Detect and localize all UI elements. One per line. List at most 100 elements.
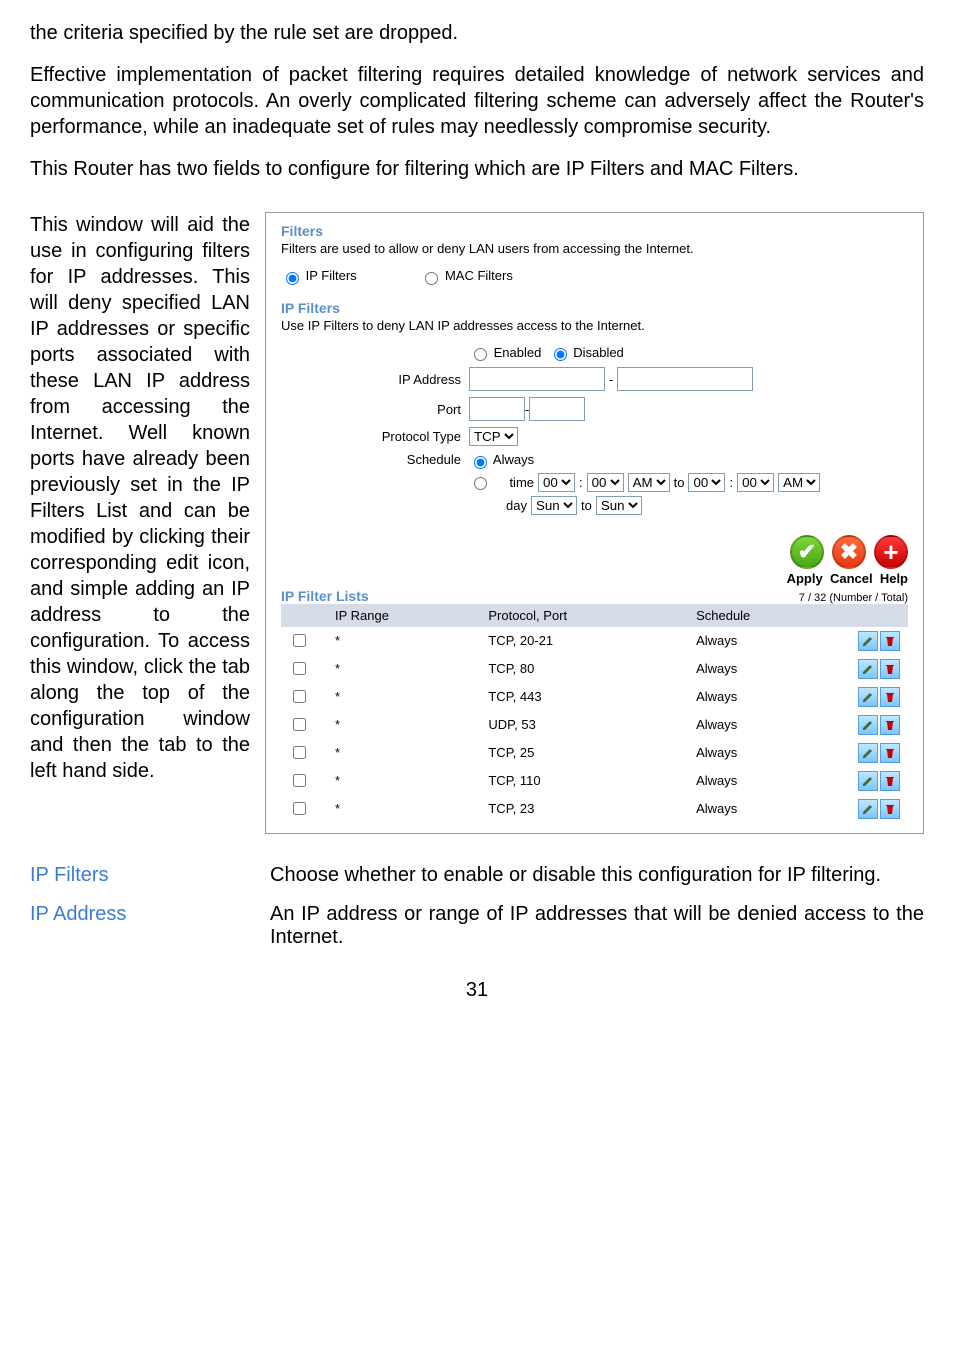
delete-icon[interactable] bbox=[880, 799, 900, 819]
time-from-hour[interactable]: 00 bbox=[538, 473, 575, 492]
row-range: * bbox=[327, 795, 480, 823]
to-label-2: to bbox=[581, 498, 592, 513]
time-from-ampm[interactable]: AM bbox=[628, 473, 670, 492]
list-count: 7 / 32 (Number / Total) bbox=[799, 592, 908, 604]
row-schedule: Always bbox=[688, 627, 842, 655]
disabled-radio[interactable] bbox=[554, 348, 567, 361]
x-icon: ✖ bbox=[840, 539, 858, 565]
port-start-input[interactable] bbox=[469, 397, 525, 421]
always-text: Always bbox=[493, 452, 534, 467]
def-term-ip-address: IP Address bbox=[30, 903, 270, 949]
ip-address-start-input[interactable] bbox=[469, 367, 605, 391]
check-icon: ✔ bbox=[798, 539, 816, 565]
edit-icon[interactable] bbox=[858, 799, 878, 819]
help-button[interactable]: + bbox=[874, 535, 908, 569]
ip-address-end-input[interactable] bbox=[617, 367, 753, 391]
delete-icon[interactable] bbox=[880, 687, 900, 707]
cancel-button[interactable]: ✖ bbox=[832, 535, 866, 569]
edit-icon[interactable] bbox=[858, 743, 878, 763]
row-schedule: Always bbox=[688, 795, 842, 823]
intro-p1: the criteria specified by the rule set a… bbox=[30, 20, 924, 46]
edit-icon[interactable] bbox=[858, 659, 878, 679]
enabled-radio-label[interactable]: Enabled bbox=[469, 345, 541, 362]
apply-label: Apply bbox=[787, 571, 823, 586]
edit-icon[interactable] bbox=[858, 631, 878, 651]
edit-icon[interactable] bbox=[858, 687, 878, 707]
edit-icon[interactable] bbox=[858, 715, 878, 735]
col-range: IP Range bbox=[327, 604, 480, 627]
mac-filters-radio-text: MAC Filters bbox=[445, 268, 513, 283]
port-label: Port bbox=[341, 402, 469, 417]
port-end-input[interactable] bbox=[529, 397, 585, 421]
table-row: * UDP, 53 Always bbox=[281, 711, 908, 739]
row-checkbox[interactable] bbox=[293, 718, 306, 731]
row-protocol: UDP, 53 bbox=[480, 711, 688, 739]
mac-filters-radio[interactable] bbox=[425, 272, 438, 285]
enabled-radio[interactable] bbox=[474, 348, 487, 361]
help-label: Help bbox=[880, 571, 908, 586]
filters-panel: Filters Filters are used to allow or den… bbox=[265, 212, 924, 834]
colon1: : bbox=[579, 475, 583, 490]
row-protocol: TCP, 110 bbox=[480, 767, 688, 795]
filter-table: IP Range Protocol, Port Schedule * TCP, … bbox=[281, 604, 908, 823]
col-schedule: Schedule bbox=[688, 604, 842, 627]
always-radio-label[interactable]: Always bbox=[469, 452, 534, 467]
delete-icon[interactable] bbox=[880, 715, 900, 735]
intro-p3: This Router has two fields to configure … bbox=[30, 156, 924, 182]
row-protocol: TCP, 25 bbox=[480, 739, 688, 767]
ip-address-label: IP Address bbox=[341, 372, 469, 387]
row-schedule: Always bbox=[688, 683, 842, 711]
edit-icon[interactable] bbox=[858, 771, 878, 791]
time-to-minute[interactable]: 00 bbox=[737, 473, 774, 492]
row-range: * bbox=[327, 767, 480, 795]
row-checkbox[interactable] bbox=[293, 746, 306, 759]
day-to[interactable]: Sun bbox=[596, 496, 642, 515]
row-protocol: TCP, 23 bbox=[480, 795, 688, 823]
protocol-label: Protocol Type bbox=[341, 429, 469, 444]
col-protocol: Protocol, Port bbox=[480, 604, 688, 627]
filters-desc: Filters are used to allow or deny LAN us… bbox=[281, 241, 908, 256]
ip-filters-radio[interactable] bbox=[286, 272, 299, 285]
ip-filters-title: IP Filters bbox=[281, 300, 908, 316]
delete-icon[interactable] bbox=[880, 659, 900, 679]
row-protocol: TCP, 20-21 bbox=[480, 627, 688, 655]
time-label: time bbox=[494, 475, 534, 490]
delete-icon[interactable] bbox=[880, 743, 900, 763]
table-row: * TCP, 80 Always bbox=[281, 655, 908, 683]
time-radio[interactable] bbox=[474, 477, 487, 490]
list-title: IP Filter Lists bbox=[281, 588, 369, 604]
table-row: * TCP, 23 Always bbox=[281, 795, 908, 823]
time-to-hour[interactable]: 00 bbox=[688, 473, 725, 492]
mac-filters-radio-label[interactable]: MAC Filters bbox=[420, 268, 513, 283]
row-protocol: TCP, 80 bbox=[480, 655, 688, 683]
ip-filters-radio-label[interactable]: IP Filters bbox=[281, 268, 360, 283]
row-protocol: TCP, 443 bbox=[480, 683, 688, 711]
protocol-select[interactable]: TCP bbox=[469, 427, 518, 446]
page-number: 31 bbox=[30, 979, 924, 1002]
disabled-radio-label[interactable]: Disabled bbox=[549, 345, 624, 362]
to-label-1: to bbox=[674, 475, 685, 490]
row-checkbox[interactable] bbox=[293, 662, 306, 675]
delete-icon[interactable] bbox=[880, 771, 900, 791]
time-to-ampm[interactable]: AM bbox=[778, 473, 820, 492]
schedule-label: Schedule bbox=[341, 452, 469, 467]
table-row: * TCP, 25 Always bbox=[281, 739, 908, 767]
always-radio[interactable] bbox=[474, 456, 487, 469]
table-row: * TCP, 110 Always bbox=[281, 767, 908, 795]
row-checkbox[interactable] bbox=[293, 634, 306, 647]
ip-filters-radio-text: IP Filters bbox=[306, 268, 357, 283]
row-schedule: Always bbox=[688, 655, 842, 683]
def-desc-ip-filters: Choose whether to enable or disable this… bbox=[270, 864, 924, 887]
colon2: : bbox=[729, 475, 733, 490]
apply-button[interactable]: ✔ bbox=[790, 535, 824, 569]
intro-p2: Effective implementation of packet filte… bbox=[30, 62, 924, 140]
row-range: * bbox=[327, 655, 480, 683]
enabled-text: Enabled bbox=[494, 345, 542, 360]
time-from-minute[interactable]: 00 bbox=[587, 473, 624, 492]
filters-title: Filters bbox=[281, 223, 908, 239]
row-checkbox[interactable] bbox=[293, 690, 306, 703]
row-checkbox[interactable] bbox=[293, 802, 306, 815]
day-from[interactable]: Sun bbox=[531, 496, 577, 515]
delete-icon[interactable] bbox=[880, 631, 900, 651]
row-checkbox[interactable] bbox=[293, 774, 306, 787]
